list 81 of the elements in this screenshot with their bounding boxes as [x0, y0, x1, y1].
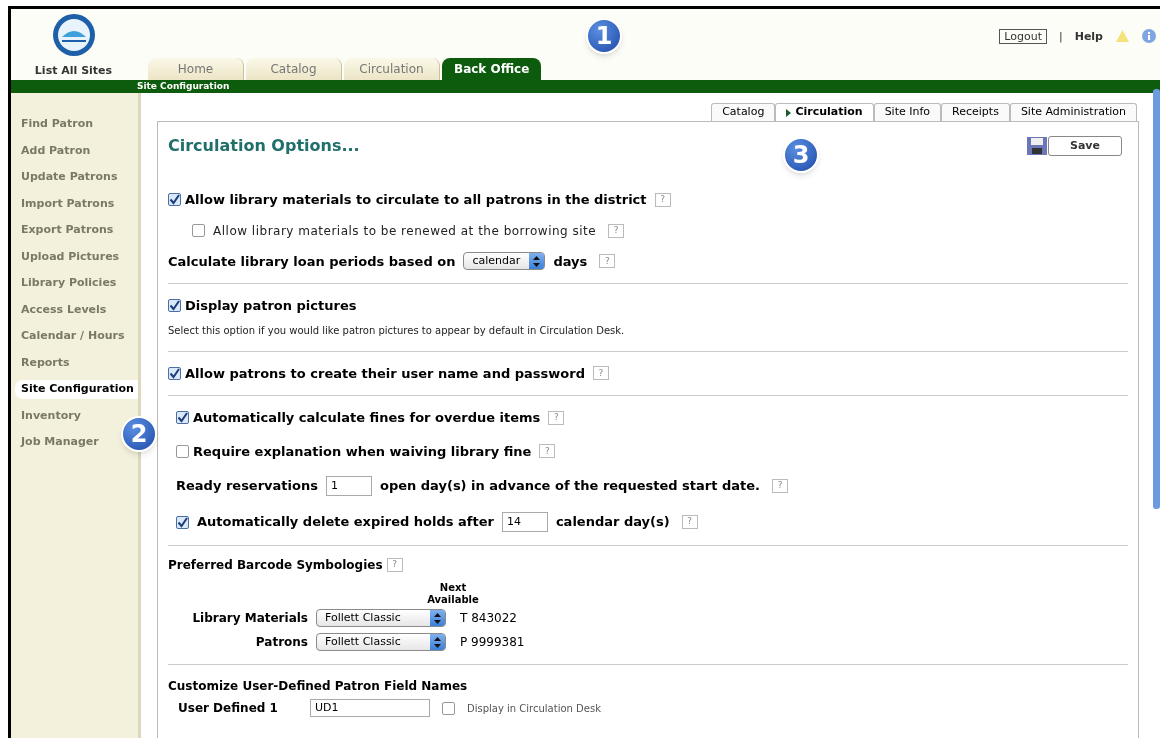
option-label: days [553, 252, 588, 271]
section-heading: Customize User-Defined Patron Field Names [168, 678, 469, 695]
sidebar-item[interactable]: Find Patron [21, 115, 94, 134]
nav-tab[interactable]: Catalog [246, 57, 342, 80]
separator: | [1058, 29, 1063, 45]
section-tab[interactable]: Circulation [775, 103, 874, 121]
checkbox[interactable] [176, 444, 189, 458]
field-label: Patrons [254, 634, 308, 651]
logout-link[interactable]: Logout [999, 29, 1047, 44]
subnav-label[interactable]: Site Configuration [137, 79, 230, 93]
checkbox[interactable] [192, 224, 205, 237]
help-button[interactable]: ? [592, 366, 609, 381]
option-label: Ready reservations [176, 477, 318, 496]
field-label: User Defined 1 [178, 700, 279, 717]
nav-tab[interactable]: Home [148, 57, 244, 80]
sidebar-item[interactable]: Export Patrons [21, 221, 114, 240]
text-field[interactable]: UD1 [310, 699, 430, 717]
number-field[interactable]: 14 [501, 512, 548, 532]
dropdown[interactable]: calendar [463, 252, 546, 271]
option-note: Select this option if you would like patron pictures to appear by default in Circulation Desk. [168, 323, 626, 338]
help-button[interactable]: ? [654, 192, 671, 207]
spinner-icon [430, 610, 445, 626]
dropdown[interactable]: Follett Classic [316, 633, 446, 651]
section-tab[interactable]: Receipts [941, 103, 1010, 121]
checkbox[interactable] [176, 515, 189, 529]
option-label: Automatically delete expired holds after [197, 513, 494, 532]
sidebar-item[interactable]: Upload Pictures [21, 247, 120, 266]
spinner-icon [430, 634, 445, 650]
logo [51, 13, 96, 57]
help-button[interactable]: ? [539, 444, 556, 459]
option-label: Allow patrons to create their user name and password [185, 364, 585, 383]
checkbox[interactable] [168, 366, 181, 380]
option-label: Display in Circulation Desk [467, 701, 601, 716]
next-barcode: T 843022 [459, 610, 517, 627]
page-title: Circulation Options... [168, 135, 360, 157]
option-label: Require explanation when waiving library fine [193, 442, 532, 461]
option-label: Allow library materials to be renewed at the borrowing site [213, 222, 597, 240]
checkbox[interactable] [168, 193, 181, 207]
help-button[interactable]: ? [772, 479, 788, 493]
checkbox[interactable] [168, 299, 181, 313]
sidebar-item[interactable]: Access Levels [21, 300, 107, 319]
option-label: Allow library materials to circulate to all patrons in the district [185, 191, 647, 209]
sidebar-item[interactable]: Job Manager [21, 433, 99, 452]
site-link[interactable]: List All Sites [34, 63, 113, 80]
triangle-icon [786, 108, 792, 117]
sidebar-item[interactable]: Import Patrons [21, 194, 115, 213]
section-tab[interactable]: Site Administration [1009, 103, 1137, 121]
callout-badge: 2 [121, 416, 157, 452]
callout-badge: 3 [783, 137, 819, 173]
help-link[interactable]: Help [1074, 29, 1103, 46]
help-button[interactable]: ? [681, 515, 698, 529]
sidebar-item[interactable]: Add Patron [21, 141, 91, 160]
sidebar-item[interactable]: Update Patrons [21, 168, 118, 187]
save-button[interactable]: Save [1048, 136, 1122, 156]
option-label: calendar day(s) [555, 513, 670, 532]
column-header: Next Available [426, 582, 480, 606]
help-button[interactable]: ? [386, 558, 403, 572]
option-label: Display patron pictures [185, 297, 357, 315]
dropdown[interactable]: Follett Classic [316, 609, 446, 627]
section-tab[interactable]: Site Info [873, 103, 942, 121]
help-button[interactable]: ? [599, 254, 616, 269]
help-button[interactable]: ? [548, 410, 565, 425]
next-barcode: P 9999381 [459, 634, 525, 651]
option-label: Calculate library loan periods based on [168, 252, 456, 271]
sidebar-item[interactable]: Calendar / Hours [21, 327, 125, 346]
help-button[interactable]: ? [608, 223, 625, 238]
sidebar-item[interactable]: Inventory [21, 406, 81, 425]
checkbox[interactable] [176, 411, 189, 425]
section-heading: Preferred Barcode Symbologies [168, 557, 383, 574]
nav-tab[interactable]: Circulation [344, 57, 440, 80]
spinner-icon [529, 253, 545, 270]
checkbox[interactable] [442, 701, 455, 715]
section-tab[interactable]: Catalog [711, 103, 776, 121]
sidebar-item[interactable]: Reports [21, 353, 70, 372]
sidebar-item[interactable]: Library Policies [21, 274, 117, 293]
field-label: Library Materials [191, 610, 308, 627]
option-label: open day(s) in advance of the requested start date. [379, 477, 760, 496]
number-field[interactable]: 1 [325, 476, 372, 496]
option-label: Automatically calculate fines for overdue items [193, 409, 541, 427]
sidebar-item[interactable]: Site Configuration [15, 380, 138, 399]
nav-tab[interactable]: Back Office [442, 57, 542, 80]
